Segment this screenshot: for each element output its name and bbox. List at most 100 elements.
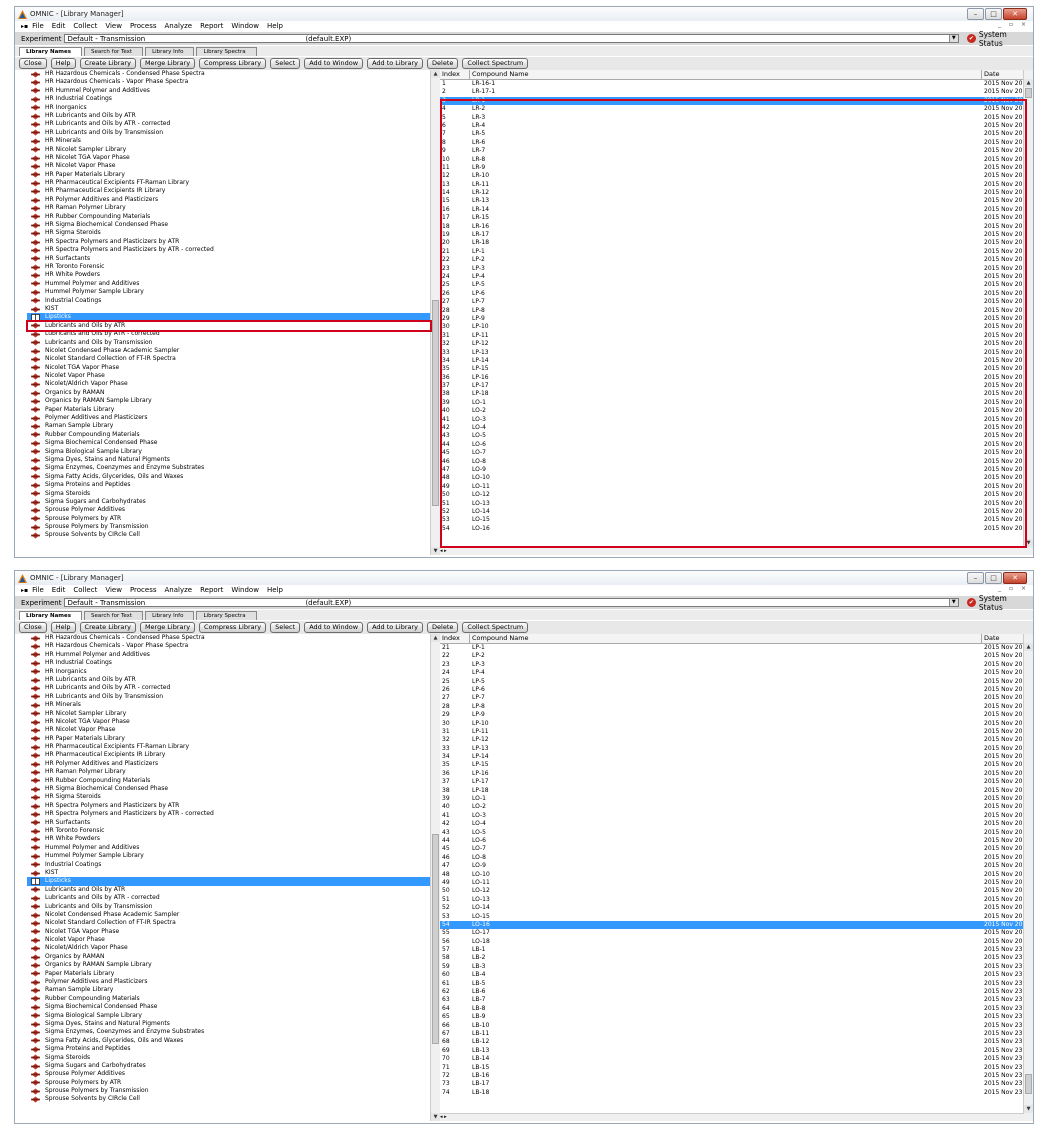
table-row[interactable]: 25 LP-5 2015 Nov 20 — [440, 678, 1033, 686]
library-item[interactable]: Sigma Biochemical Condensed Phase — [27, 439, 430, 447]
table-row[interactable]: 13 LR-11 2015 Nov 20 — [440, 181, 1033, 189]
table-row[interactable]: 19 LR-17 2015 Nov 20 — [440, 231, 1033, 239]
table-row[interactable]: 52 LO-14 2015 Nov 20 — [440, 508, 1033, 516]
table-row[interactable]: 42 LO-4 2015 Nov 20 — [440, 820, 1033, 828]
table-row[interactable]: 32 LP-12 2015 Nov 20 — [440, 736, 1033, 744]
library-item[interactable]: Rubber Compounding Materials — [27, 431, 430, 439]
table-row[interactable]: 32 LP-12 2015 Nov 20 — [440, 340, 1033, 348]
library-item[interactable]: Sigma Biological Sample Library — [27, 1012, 430, 1020]
library-item[interactable]: Nicolet Standard Collection of FT-IR Spe… — [27, 919, 430, 927]
library-item[interactable]: HR Spectra Polymers and Plasticizers by … — [27, 238, 430, 246]
scroll-down-icon[interactable]: ▼ — [431, 547, 440, 555]
library-item[interactable]: Nicolet Condensed Phase Academic Sampler — [27, 347, 430, 355]
library-item[interactable]: HR Raman Polymer Library — [27, 204, 430, 212]
library-item[interactable]: HR Industrial Coatings — [27, 95, 430, 103]
table-row[interactable]: 25 LP-5 2015 Nov 20 — [440, 281, 1033, 289]
library-item[interactable]: Sigma Dyes, Stains and Natural Pigments — [27, 1020, 430, 1028]
table-row[interactable]: 56 LO-18 2015 Nov 20 — [440, 938, 1033, 946]
library-item[interactable]: Lipsticks — [27, 313, 430, 322]
library-item[interactable]: Lubricants and Oils by Transmission — [27, 903, 430, 911]
column-compound-name[interactable]: Compound Name — [470, 70, 982, 79]
library-item[interactable]: Paper Materials Library — [27, 406, 430, 414]
library-item[interactable]: HR Sigma Steroids — [27, 793, 430, 801]
library-item[interactable]: HR Pharmaceutical Excipients IR Library — [27, 187, 430, 195]
library-item[interactable]: HR Pharmaceutical Excipients IR Library — [27, 751, 430, 759]
table-row[interactable]: 22 LP-2 2015 Nov 20 — [440, 652, 1033, 660]
table-row[interactable]: 73 LB-17 2015 Nov 23 — [440, 1080, 1033, 1088]
library-item[interactable]: KIST — [27, 869, 430, 877]
table-row[interactable]: 44 LO-6 2015 Nov 20 — [440, 441, 1033, 449]
library-item[interactable]: HR Nicolet Sampler Library — [27, 710, 430, 718]
menu-analyze[interactable]: Analyze — [165, 586, 193, 594]
experiment-select[interactable]: Default - Transmission (default.EXP) ▼ — [64, 598, 959, 607]
experiment-select[interactable]: Default - Transmission (default.EXP) ▼ — [64, 34, 959, 43]
column-date[interactable]: Date — [982, 634, 1024, 643]
library-item[interactable]: Sigma Sugars and Carbohydrates — [27, 498, 430, 506]
menu-report[interactable]: Report — [200, 586, 223, 594]
horizontal-scrollbar[interactable]: ◂ ▸ — [440, 547, 1024, 555]
table-row[interactable]: 11 LR-9 2015 Nov 20 — [440, 164, 1033, 172]
table-row[interactable]: 41 LO-3 2015 Nov 20 — [440, 812, 1033, 820]
table-row[interactable]: 48 LO-10 2015 Nov 20 — [440, 871, 1033, 879]
tab-library-info[interactable]: Library Info — [145, 47, 195, 56]
library-item[interactable]: HR White Powders — [27, 271, 430, 279]
library-item[interactable]: HR Sigma Biochemical Condensed Phase — [27, 785, 430, 793]
library-item[interactable]: HR Lubricants and Oils by ATR — [27, 112, 430, 120]
library-item[interactable]: Sprouse Polymers by Transmission — [27, 523, 430, 531]
table-row[interactable]: 10 LR-8 2015 Nov 20 — [440, 156, 1033, 164]
table-row[interactable]: 36 LP-16 2015 Nov 20 — [440, 770, 1033, 778]
menu-report[interactable]: Report — [200, 22, 223, 30]
library-item[interactable]: Sigma Fatty Acids, Glycerides, Oils and … — [27, 1037, 430, 1045]
library-item[interactable]: Sigma Sugars and Carbohydrates — [27, 1062, 430, 1070]
menu-edit[interactable]: Edit — [52, 22, 66, 30]
table-row[interactable]: 5 LR-3 2015 Nov 20 — [440, 114, 1033, 122]
table-row[interactable]: 28 LP-8 2015 Nov 20 — [440, 307, 1033, 315]
table-row[interactable]: 45 LO-7 2015 Nov 20 — [440, 845, 1033, 853]
library-item[interactable]: HR Spectra Polymers and Plasticizers by … — [27, 810, 430, 818]
table-row[interactable]: 49 LO-11 2015 Nov 20 — [440, 483, 1033, 491]
table-row[interactable]: 30 LP-10 2015 Nov 20 — [440, 720, 1033, 728]
table-row[interactable]: 30 LP-10 2015 Nov 20 — [440, 323, 1033, 331]
library-item[interactable]: Sprouse Polymer Additives — [27, 1070, 430, 1078]
maximize-icon[interactable]: □ — [985, 572, 1002, 584]
library-item[interactable]: HR Pharmaceutical Excipients FT-Raman Li… — [27, 179, 430, 187]
library-item[interactable]: Hummel Polymer and Additives — [27, 844, 430, 852]
tab-library-spectra[interactable]: Library Spectra — [196, 611, 257, 620]
minimize-icon[interactable]: – — [967, 572, 984, 584]
library-item[interactable]: Sigma Steroids — [27, 490, 430, 498]
table-row[interactable]: 22 LP-2 2015 Nov 20 — [440, 256, 1033, 264]
library-item[interactable]: HR Nicolet Sampler Library — [27, 146, 430, 154]
table-row[interactable]: 21 LP-1 2015 Nov 20 — [440, 248, 1033, 256]
library-item[interactable]: Sprouse Solvents by CIRcle Cell — [27, 531, 430, 539]
table-row[interactable]: 31 LP-11 2015 Nov 20 — [440, 728, 1033, 736]
library-item[interactable]: Lubricants and Oils by ATR - corrected — [27, 330, 430, 338]
library-item[interactable]: HR Toronto Forensic — [27, 263, 430, 271]
library-item[interactable]: HR Lubricants and Oils by Transmission — [27, 129, 430, 137]
library-item[interactable]: HR White Powders — [27, 835, 430, 843]
menu-window[interactable]: Window — [231, 586, 259, 594]
library-item[interactable]: Sigma Fatty Acids, Glycerides, Oils and … — [27, 473, 430, 481]
library-item[interactable]: Nicolet/Aldrich Vapor Phase — [27, 380, 430, 388]
scroll-up-icon[interactable]: ▲ — [1024, 79, 1033, 87]
table-row[interactable]: 21 LP-1 2015 Nov 20 — [440, 644, 1033, 652]
menu-help[interactable]: Help — [267, 22, 283, 30]
menu-collect[interactable]: Collect — [73, 22, 97, 30]
table-row[interactable]: 9 LR-7 2015 Nov 20 — [440, 147, 1033, 155]
table-row[interactable]: 55 LO-17 2015 Nov 20 — [440, 929, 1033, 937]
library-item[interactable]: Sigma Enzymes, Coenzymes and Enzyme Subs… — [27, 1028, 430, 1036]
table-row[interactable]: 44 LO-6 2015 Nov 20 — [440, 837, 1033, 845]
library-item[interactable]: Sprouse Polymers by ATR — [27, 1079, 430, 1087]
add-to-window-button[interactable]: Add to Window — [304, 622, 364, 633]
library-item[interactable]: HR Hazardous Chemicals - Vapor Phase Spe… — [27, 642, 430, 650]
column-date[interactable]: Date — [982, 70, 1024, 79]
library-item[interactable]: HR Hummel Polymer and Additives — [27, 87, 430, 95]
mdi-controls[interactable]: _ ▫ × — [998, 585, 1029, 592]
menu-file[interactable]: File — [32, 586, 44, 594]
library-item[interactable]: Lubricants and Oils by ATR — [27, 322, 430, 330]
library-item[interactable]: Nicolet Standard Collection of FT-IR Spe… — [27, 355, 430, 363]
library-item[interactable]: Organics by RAMAN — [27, 389, 430, 397]
tab-library-names[interactable]: Library Names — [19, 611, 83, 620]
library-item[interactable]: HR Nicolet Vapor Phase — [27, 726, 430, 734]
table-row[interactable]: 72 LB-16 2015 Nov 23 — [440, 1072, 1033, 1080]
table-row[interactable]: 15 LR-13 2015 Nov 20 — [440, 197, 1033, 205]
